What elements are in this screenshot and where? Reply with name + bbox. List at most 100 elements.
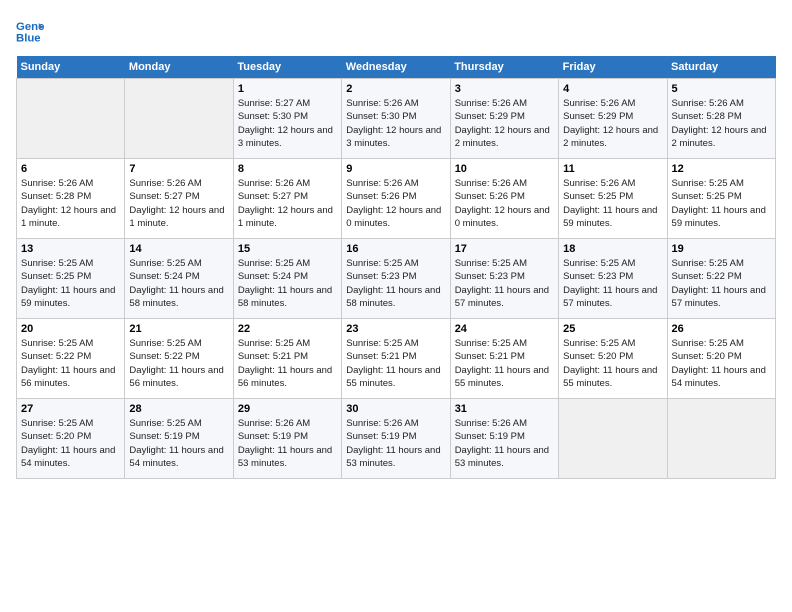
calendar-cell: 10 Sunrise: 5:26 AMSunset: 5:26 PMDaylig… — [450, 159, 558, 239]
cell-info: Sunrise: 5:25 AMSunset: 5:21 PMDaylight:… — [455, 337, 554, 390]
calendar-cell: 25 Sunrise: 5:25 AMSunset: 5:20 PMDaylig… — [559, 319, 667, 399]
day-number: 1 — [238, 83, 337, 95]
cell-info: Sunrise: 5:26 AMSunset: 5:27 PMDaylight:… — [129, 177, 228, 230]
day-number: 2 — [346, 83, 445, 95]
calendar-cell — [125, 79, 233, 159]
weekday-header-cell: Friday — [559, 56, 667, 79]
cell-info: Sunrise: 5:26 AMSunset: 5:30 PMDaylight:… — [346, 97, 445, 150]
cell-info: Sunrise: 5:25 AMSunset: 5:21 PMDaylight:… — [346, 337, 445, 390]
day-number: 31 — [455, 403, 554, 415]
weekday-header-cell: Thursday — [450, 56, 558, 79]
cell-info: Sunrise: 5:26 AMSunset: 5:29 PMDaylight:… — [563, 97, 662, 150]
cell-info: Sunrise: 5:25 AMSunset: 5:22 PMDaylight:… — [21, 337, 120, 390]
calendar-cell: 11 Sunrise: 5:26 AMSunset: 5:25 PMDaylig… — [559, 159, 667, 239]
day-number: 19 — [672, 243, 771, 255]
calendar-week-row: 13 Sunrise: 5:25 AMSunset: 5:25 PMDaylig… — [17, 239, 776, 319]
day-number: 18 — [563, 243, 662, 255]
cell-info: Sunrise: 5:26 AMSunset: 5:29 PMDaylight:… — [455, 97, 554, 150]
weekday-header-row: SundayMondayTuesdayWednesdayThursdayFrid… — [17, 56, 776, 79]
day-number: 13 — [21, 243, 120, 255]
cell-info: Sunrise: 5:25 AMSunset: 5:19 PMDaylight:… — [129, 417, 228, 470]
day-number: 5 — [672, 83, 771, 95]
cell-info: Sunrise: 5:26 AMSunset: 5:26 PMDaylight:… — [455, 177, 554, 230]
day-number: 28 — [129, 403, 228, 415]
day-number: 26 — [672, 323, 771, 335]
calendar-cell: 5 Sunrise: 5:26 AMSunset: 5:28 PMDayligh… — [667, 79, 775, 159]
calendar-cell: 21 Sunrise: 5:25 AMSunset: 5:22 PMDaylig… — [125, 319, 233, 399]
calendar-week-row: 27 Sunrise: 5:25 AMSunset: 5:20 PMDaylig… — [17, 399, 776, 479]
calendar-cell: 16 Sunrise: 5:25 AMSunset: 5:23 PMDaylig… — [342, 239, 450, 319]
day-number: 15 — [238, 243, 337, 255]
calendar-cell: 7 Sunrise: 5:26 AMSunset: 5:27 PMDayligh… — [125, 159, 233, 239]
day-number: 29 — [238, 403, 337, 415]
day-number: 22 — [238, 323, 337, 335]
calendar-week-row: 6 Sunrise: 5:26 AMSunset: 5:28 PMDayligh… — [17, 159, 776, 239]
calendar-cell — [559, 399, 667, 479]
cell-info: Sunrise: 5:26 AMSunset: 5:19 PMDaylight:… — [455, 417, 554, 470]
cell-info: Sunrise: 5:25 AMSunset: 5:22 PMDaylight:… — [672, 257, 771, 310]
calendar-week-row: 20 Sunrise: 5:25 AMSunset: 5:22 PMDaylig… — [17, 319, 776, 399]
day-number: 4 — [563, 83, 662, 95]
calendar-cell: 18 Sunrise: 5:25 AMSunset: 5:23 PMDaylig… — [559, 239, 667, 319]
day-number: 14 — [129, 243, 228, 255]
cell-info: Sunrise: 5:25 AMSunset: 5:25 PMDaylight:… — [672, 177, 771, 230]
day-number: 10 — [455, 163, 554, 175]
calendar-cell — [17, 79, 125, 159]
day-number: 27 — [21, 403, 120, 415]
day-number: 7 — [129, 163, 228, 175]
calendar-cell: 13 Sunrise: 5:25 AMSunset: 5:25 PMDaylig… — [17, 239, 125, 319]
page-header: General Blue — [16, 16, 776, 44]
day-number: 6 — [21, 163, 120, 175]
cell-info: Sunrise: 5:25 AMSunset: 5:22 PMDaylight:… — [129, 337, 228, 390]
day-number: 17 — [455, 243, 554, 255]
cell-info: Sunrise: 5:27 AMSunset: 5:30 PMDaylight:… — [238, 97, 337, 150]
calendar-cell: 1 Sunrise: 5:27 AMSunset: 5:30 PMDayligh… — [233, 79, 341, 159]
day-number: 8 — [238, 163, 337, 175]
calendar-cell: 9 Sunrise: 5:26 AMSunset: 5:26 PMDayligh… — [342, 159, 450, 239]
calendar-cell: 20 Sunrise: 5:25 AMSunset: 5:22 PMDaylig… — [17, 319, 125, 399]
calendar-cell: 24 Sunrise: 5:25 AMSunset: 5:21 PMDaylig… — [450, 319, 558, 399]
cell-info: Sunrise: 5:25 AMSunset: 5:24 PMDaylight:… — [238, 257, 337, 310]
calendar-cell: 23 Sunrise: 5:25 AMSunset: 5:21 PMDaylig… — [342, 319, 450, 399]
day-number: 20 — [21, 323, 120, 335]
calendar-cell: 2 Sunrise: 5:26 AMSunset: 5:30 PMDayligh… — [342, 79, 450, 159]
calendar-table: SundayMondayTuesdayWednesdayThursdayFrid… — [16, 56, 776, 479]
calendar-week-row: 1 Sunrise: 5:27 AMSunset: 5:30 PMDayligh… — [17, 79, 776, 159]
cell-info: Sunrise: 5:25 AMSunset: 5:23 PMDaylight:… — [563, 257, 662, 310]
cell-info: Sunrise: 5:25 AMSunset: 5:20 PMDaylight:… — [21, 417, 120, 470]
calendar-cell: 14 Sunrise: 5:25 AMSunset: 5:24 PMDaylig… — [125, 239, 233, 319]
svg-text:Blue: Blue — [16, 32, 41, 44]
day-number: 16 — [346, 243, 445, 255]
day-number: 24 — [455, 323, 554, 335]
cell-info: Sunrise: 5:26 AMSunset: 5:28 PMDaylight:… — [672, 97, 771, 150]
cell-info: Sunrise: 5:25 AMSunset: 5:21 PMDaylight:… — [238, 337, 337, 390]
cell-info: Sunrise: 5:26 AMSunset: 5:25 PMDaylight:… — [563, 177, 662, 230]
calendar-cell: 15 Sunrise: 5:25 AMSunset: 5:24 PMDaylig… — [233, 239, 341, 319]
calendar-cell: 19 Sunrise: 5:25 AMSunset: 5:22 PMDaylig… — [667, 239, 775, 319]
calendar-body: 1 Sunrise: 5:27 AMSunset: 5:30 PMDayligh… — [17, 79, 776, 479]
calendar-cell: 17 Sunrise: 5:25 AMSunset: 5:23 PMDaylig… — [450, 239, 558, 319]
calendar-cell: 28 Sunrise: 5:25 AMSunset: 5:19 PMDaylig… — [125, 399, 233, 479]
calendar-cell: 6 Sunrise: 5:26 AMSunset: 5:28 PMDayligh… — [17, 159, 125, 239]
day-number: 11 — [563, 163, 662, 175]
weekday-header-cell: Tuesday — [233, 56, 341, 79]
cell-info: Sunrise: 5:25 AMSunset: 5:23 PMDaylight:… — [455, 257, 554, 310]
cell-info: Sunrise: 5:26 AMSunset: 5:19 PMDaylight:… — [346, 417, 445, 470]
calendar-cell: 29 Sunrise: 5:26 AMSunset: 5:19 PMDaylig… — [233, 399, 341, 479]
calendar-cell: 30 Sunrise: 5:26 AMSunset: 5:19 PMDaylig… — [342, 399, 450, 479]
cell-info: Sunrise: 5:25 AMSunset: 5:24 PMDaylight:… — [129, 257, 228, 310]
day-number: 30 — [346, 403, 445, 415]
weekday-header-cell: Monday — [125, 56, 233, 79]
calendar-cell: 12 Sunrise: 5:25 AMSunset: 5:25 PMDaylig… — [667, 159, 775, 239]
cell-info: Sunrise: 5:25 AMSunset: 5:25 PMDaylight:… — [21, 257, 120, 310]
calendar-cell — [667, 399, 775, 479]
cell-info: Sunrise: 5:25 AMSunset: 5:20 PMDaylight:… — [563, 337, 662, 390]
weekday-header-cell: Saturday — [667, 56, 775, 79]
day-number: 23 — [346, 323, 445, 335]
cell-info: Sunrise: 5:25 AMSunset: 5:23 PMDaylight:… — [346, 257, 445, 310]
day-number: 9 — [346, 163, 445, 175]
day-number: 12 — [672, 163, 771, 175]
calendar-cell: 8 Sunrise: 5:26 AMSunset: 5:27 PMDayligh… — [233, 159, 341, 239]
calendar-cell: 27 Sunrise: 5:25 AMSunset: 5:20 PMDaylig… — [17, 399, 125, 479]
cell-info: Sunrise: 5:26 AMSunset: 5:19 PMDaylight:… — [238, 417, 337, 470]
